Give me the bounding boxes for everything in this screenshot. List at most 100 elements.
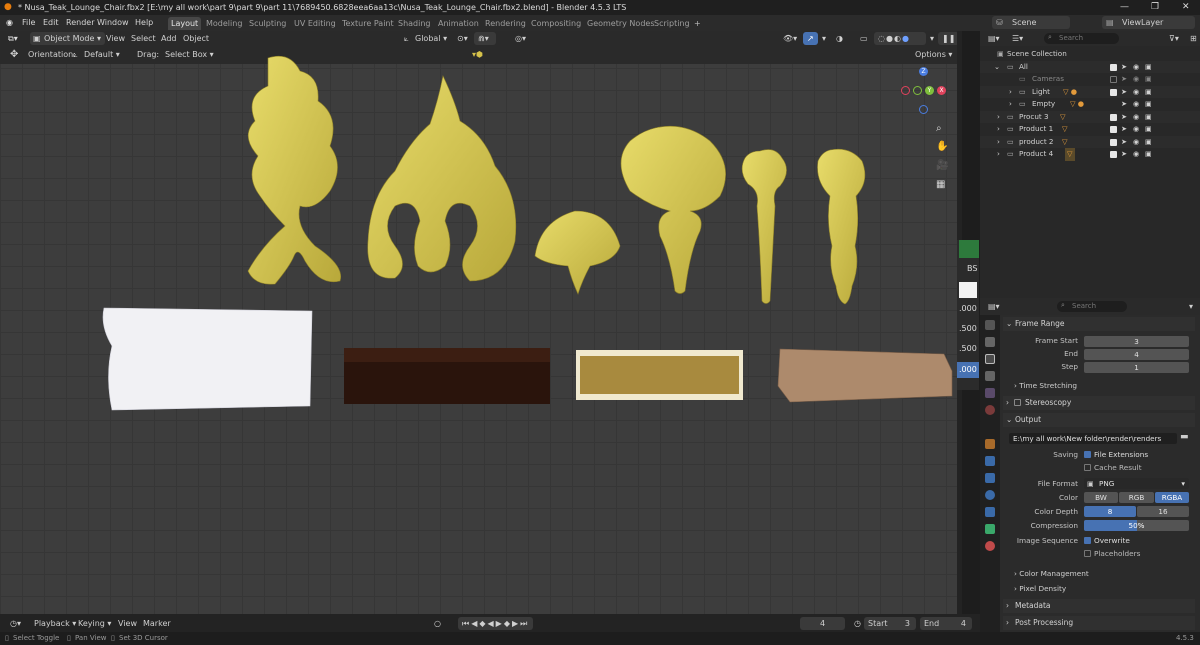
output-path-field[interactable]: E:\my all work\New folder\render\renders — [1009, 433, 1177, 444]
playback-controls[interactable]: ⏮◀◆◀▶◆▶⏭ — [458, 617, 534, 630]
eye-icon[interactable]: ◉ — [1133, 136, 1139, 149]
menu-help[interactable]: Help — [135, 15, 153, 31]
frame-range-panel[interactable]: ⌄ Frame Range — [1003, 317, 1195, 331]
gizmo-z-axis[interactable]: Z — [919, 67, 928, 76]
filter-icon[interactable]: ⊽▾ — [1165, 32, 1183, 45]
timeline-editor-icon[interactable]: ◷▾ — [6, 617, 25, 630]
outliner-row[interactable]: › ▭ Product 1 ▽ ➤ ◉ ▣ — [980, 123, 1200, 136]
expand-arrow-icon[interactable]: ⌄ — [994, 61, 1000, 74]
viewport-menu-view[interactable]: View — [102, 32, 129, 45]
display-mode-icon[interactable]: ☰▾ — [1008, 32, 1027, 45]
mode-selector[interactable]: ▣ Object Mode ▾ — [30, 32, 105, 45]
overlays-icon[interactable]: ◑ — [832, 32, 847, 45]
cache-result-checkbox[interactable] — [1084, 464, 1091, 471]
time-stretching-subpanel[interactable]: › Time Stretching — [1014, 379, 1077, 392]
world-tab-icon[interactable] — [985, 405, 995, 415]
outliner-row[interactable]: › ▭ Light ▽ ● ➤ ◉ ▣ — [980, 85, 1200, 99]
eye-icon[interactable]: ◉ — [1133, 123, 1139, 136]
color-rgb-option[interactable]: RGB — [1119, 492, 1154, 503]
selectable-icon[interactable]: ➤ — [1121, 123, 1127, 136]
menu-render[interactable]: Render — [66, 15, 94, 31]
tab-sculpting[interactable]: Sculpting — [246, 17, 289, 30]
pivot-point-icon[interactable]: ⊙▾ — [453, 32, 472, 45]
scene-selector[interactable]: ⛁ Scene — [992, 16, 1070, 29]
outliner-editor-icon[interactable]: ▤▾ — [984, 32, 1004, 45]
proportional-edit-icon[interactable]: ◎▾ — [511, 32, 530, 45]
render-camera-icon[interactable]: ▣ — [1145, 73, 1152, 86]
eye-icon[interactable]: ◉ — [1133, 86, 1139, 99]
color-depth-16-option[interactable]: 16 — [1137, 506, 1189, 517]
expand-arrow-icon[interactable]: › — [1009, 98, 1012, 111]
eye-icon[interactable]: ◉ — [1133, 148, 1139, 161]
eye-icon[interactable]: ◉ — [1133, 61, 1139, 74]
render-camera-icon[interactable]: ▣ — [1145, 123, 1152, 136]
camera-view-icon[interactable]: 🎥 — [936, 160, 948, 171]
render-camera-icon[interactable]: ▣ — [1145, 86, 1152, 99]
menu-keying[interactable]: Keying ▾ — [74, 617, 115, 630]
minimize-icon[interactable]: — — [1120, 0, 1129, 15]
exclude-checkbox[interactable] — [1110, 113, 1117, 121]
exclude-checkbox[interactable] — [1110, 76, 1117, 83]
object-tab-icon[interactable] — [985, 439, 995, 449]
frame-step-field[interactable]: 1 — [1084, 362, 1189, 373]
xray-icon[interactable]: ▭ — [856, 32, 872, 45]
constraints-tab-icon[interactable] — [985, 507, 995, 517]
visibility-icon[interactable]: 👁▾ — [779, 32, 801, 45]
render-camera-icon[interactable]: ▣ — [1145, 136, 1152, 149]
next-key-icon[interactable]: ◆▶ — [504, 619, 520, 628]
render-camera-icon[interactable]: ▣ — [1145, 111, 1152, 124]
blender-menu-icon[interactable]: ◉ — [6, 15, 13, 31]
snap-icon[interactable]: ⋒▾ — [474, 32, 496, 45]
view-layer-selector[interactable]: ▤ ViewLayer — [1102, 16, 1195, 29]
frame-start-field[interactable]: 3 — [1084, 336, 1189, 347]
expand-arrow-icon[interactable]: › — [997, 136, 1000, 149]
properties-editor-icon[interactable]: ▤▾ — [984, 300, 1004, 313]
pixel-density-subpanel[interactable]: › Pixel Density — [1014, 582, 1066, 595]
clock-icon[interactable]: ◷ — [850, 617, 865, 630]
expand-arrow-icon[interactable]: › — [997, 111, 1000, 124]
placeholders-checkbox[interactable] — [1084, 550, 1091, 557]
file-format-dropdown[interactable]: ▣ PNG ▾ — [1084, 478, 1189, 489]
outliner-search[interactable]: ⌕ Search — [1044, 33, 1119, 44]
render-camera-icon[interactable]: ▣ — [1145, 148, 1152, 161]
expand-arrow-icon[interactable]: › — [997, 123, 1000, 136]
outliner-row[interactable]: › ▭ Empty ▽ ● ➤ ◉ ▣ — [980, 98, 1200, 111]
selectable-icon[interactable]: ➤ — [1121, 61, 1127, 74]
expand-arrow-icon[interactable]: › — [997, 148, 1000, 161]
jump-end-icon[interactable]: ⏭ — [520, 619, 529, 628]
gizmo-neg-z[interactable] — [919, 105, 928, 114]
transform-orientation-dropdown[interactable]: ⟀ Global ▾ — [402, 32, 451, 45]
zoom-icon[interactable]: ⌕ — [936, 123, 942, 134]
tab-layout[interactable]: Layout — [168, 17, 202, 30]
shading-dropdown-icon[interactable]: ▾ — [926, 32, 938, 45]
menu-file[interactable]: File — [22, 15, 35, 31]
color-depth-8-option[interactable]: 8 — [1084, 506, 1136, 517]
menu-playback[interactable]: Playback ▾ — [30, 617, 80, 630]
outliner-row[interactable]: › ▭ product 2 ▽ ➤ ◉ ▣ — [980, 135, 1200, 149]
outliner-row[interactable]: › ▭ Product 4 ▽ ➤ ◉ ▣ — [980, 148, 1200, 161]
tab-scripting[interactable]: Scripting — [651, 17, 693, 30]
data-tab-icon[interactable] — [985, 524, 995, 534]
viewport-menu-object[interactable]: Object — [179, 32, 213, 45]
post-processing-panel[interactable]: › Post Processing — [1003, 616, 1195, 630]
material-tab-icon[interactable] — [985, 541, 995, 551]
tab-animation[interactable]: Animation — [435, 17, 482, 30]
gizmo-x-axis[interactable]: X — [937, 86, 946, 95]
physics-tab-icon[interactable] — [985, 490, 995, 500]
start-frame-field[interactable]: Start 3 — [864, 617, 916, 630]
menu-window[interactable]: Window — [97, 15, 129, 31]
tool-tab-icon[interactable] — [985, 320, 995, 330]
shading-modes[interactable]: ◌●◐● — [874, 32, 926, 45]
exclude-checkbox[interactable] — [1110, 63, 1117, 71]
file-extensions-checkbox[interactable] — [1084, 451, 1091, 458]
jump-start-icon[interactable]: ⏮ — [462, 619, 471, 628]
outliner-row[interactable]: ▭ Cameras ➤ ◉ ▣ — [980, 73, 1200, 86]
selectable-icon[interactable]: ➤ — [1121, 111, 1127, 124]
selectable-icon[interactable]: ➤ — [1121, 148, 1127, 161]
menu-edit[interactable]: Edit — [43, 15, 59, 31]
render-camera-icon[interactable]: ▣ — [1145, 98, 1152, 111]
rendered-shading-icon[interactable]: ● — [902, 34, 910, 43]
scene-tab-icon[interactable] — [985, 388, 995, 398]
expand-arrow-icon[interactable]: › — [1009, 86, 1012, 99]
eye-icon[interactable]: ◉ — [1133, 111, 1139, 124]
